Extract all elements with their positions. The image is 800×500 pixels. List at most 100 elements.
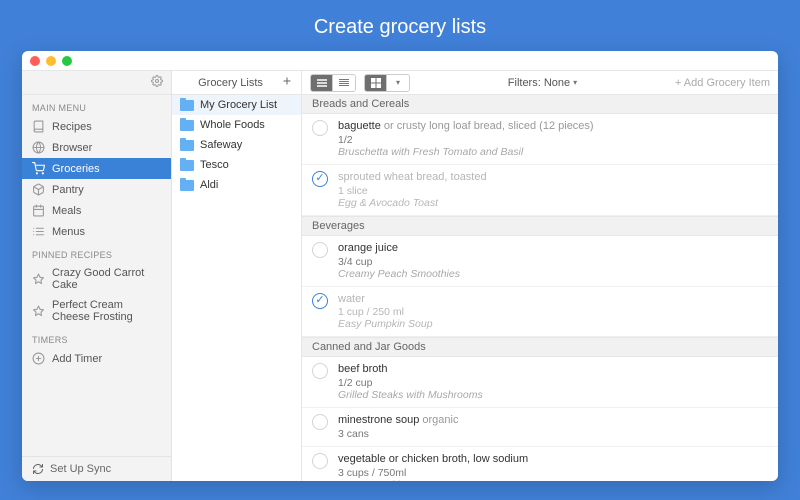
cart-icon [32,162,45,175]
sidebar-item-perfect-cream-cheese-frosting[interactable]: Perfect Cream Cheese Frosting [22,295,171,327]
grocery-list-tesco[interactable]: Tesco [172,155,301,175]
grocery-item-name: orange juice [338,241,768,256]
sidebar-item-label: Browser [52,142,92,154]
window-titlebar [22,51,778,71]
grocery-list-whole-foods[interactable]: Whole Foods [172,115,301,135]
book-icon [32,120,45,133]
sidebar-section-label: PINNED RECIPES [22,242,171,263]
sidebar-item-menus[interactable]: Menus [22,221,171,242]
grocery-item[interactable]: sprouted wheat bread, toasted1 sliceEgg … [302,165,778,216]
grocery-list-safeway[interactable]: Safeway [172,135,301,155]
grocery-item[interactable]: orange juice3/4 cupCreamy Peach Smoothie… [302,236,778,287]
pin-icon [32,273,45,286]
grocery-item-checkbox[interactable] [312,363,328,379]
sidebar-item-label: Pantry [52,184,84,196]
plus-circle-icon [32,352,45,365]
sidebar-item-label: Menus [52,226,85,238]
grocery-item-quantity: 1/2 [338,134,768,146]
sidebar-item-label: Recipes [52,121,92,133]
zoom-window-button[interactable] [62,56,72,66]
box-icon [32,183,45,196]
grocery-item-recipe: Egg & Avocado Toast [338,197,768,209]
grocery-list-label: Safeway [200,139,242,151]
grocery-item-name: minestrone soup organic [338,413,768,428]
sidebar-item-add-timer[interactable]: Add Timer [22,348,171,369]
grocery-item-quantity: 3 cans [338,428,768,440]
category-header: Breads and Cereals [302,95,778,114]
grocery-item-recipe: Easy Pumpkin Soup [338,479,768,481]
grocery-item-recipe: Grilled Steaks with Mushrooms [338,389,768,401]
grocery-item-checkbox[interactable] [312,171,328,187]
sidebar: MAIN MENU Recipes Browser Groceries Pantry Me… [22,71,172,481]
grocery-items-column: ▾ Filters: None ▾ + Add Grocery Item Bre… [302,71,778,481]
grocery-items-scroll[interactable]: Breads and Cerealsbaguette or crusty lon… [302,95,778,481]
grocery-item-checkbox[interactable] [312,293,328,309]
add-list-button[interactable] [281,75,293,90]
sidebar-item-meals[interactable]: Meals [22,200,171,221]
grocery-item-checkbox[interactable] [312,414,328,430]
category-header: Canned and Jar Goods [302,337,778,357]
grocery-list-aldi[interactable]: Aldi [172,175,301,195]
grocery-item-name: beef broth [338,362,768,377]
cal-icon [32,204,45,217]
grocery-item-recipe: Bruschetta with Fresh Tomato and Basil [338,146,768,158]
grocery-item-recipe: Creamy Peach Smoothies [338,268,768,280]
grocery-item-quantity: 1 cup / 250 ml [338,306,768,318]
grocery-item-name: water [338,292,768,307]
chevron-down-icon: ▾ [573,78,577,87]
sidebar-item-browser[interactable]: Browser [22,137,171,158]
grocery-item[interactable]: minestrone soup organic3 cans [302,408,778,447]
layout-grid-button[interactable] [365,75,387,91]
sidebar-item-label: Add Timer [52,353,102,365]
grocery-list-label: My Grocery List [200,99,277,111]
grocery-item-quantity: 1 slice [338,185,768,197]
hero-title: Create grocery lists [314,16,486,39]
grocery-item-checkbox[interactable] [312,120,328,136]
grocery-item-name: vegetable or chicken broth, low sodium [338,452,768,467]
layout-mode-segmented: ▾ [364,74,410,92]
folder-icon [180,120,194,131]
settings-gear-icon[interactable] [151,75,163,90]
globe-icon [32,141,45,154]
grocery-list-label: Aldi [200,179,218,191]
layout-dropdown-button[interactable]: ▾ [387,75,409,91]
grocery-item-recipe: Easy Pumpkin Soup [338,318,768,330]
list-icon [32,225,45,238]
close-window-button[interactable] [30,56,40,66]
grocery-item[interactable]: vegetable or chicken broth, low sodium3 … [302,447,778,481]
filters-label: Filters: None [508,77,570,89]
grocery-item[interactable]: baguette or crusty long loaf bread, slic… [302,114,778,165]
folder-icon [180,160,194,171]
grocery-item[interactable]: water1 cup / 250 mlEasy Pumpkin Soup [302,287,778,338]
sidebar-section-label: TIMERS [22,327,171,348]
view-list-button[interactable] [311,75,333,91]
folder-icon [180,140,194,151]
grocery-item-name: sprouted wheat bread, toasted [338,170,768,185]
sidebar-item-label: Groceries [52,163,100,175]
minimize-window-button[interactable] [46,56,56,66]
category-header: Beverages [302,216,778,236]
sidebar-item-label: Meals [52,205,81,217]
setup-sync-label: Set Up Sync [50,463,111,475]
sidebar-item-pantry[interactable]: Pantry [22,179,171,200]
grocery-item-checkbox[interactable] [312,242,328,258]
sidebar-section-label: MAIN MENU [22,95,171,116]
sidebar-item-groceries[interactable]: Groceries [22,158,171,179]
add-grocery-item-button[interactable]: + Add Grocery Item [675,77,770,89]
grocery-item-quantity: 1/2 cup [338,377,768,389]
grocery-list-my-grocery-list[interactable]: My Grocery List [172,95,301,115]
sidebar-item-label: Crazy Good Carrot Cake [52,267,161,291]
grocery-item-quantity: 3 cups / 750ml [338,467,768,479]
sidebar-item-recipes[interactable]: Recipes [22,116,171,137]
lists-header-title: Grocery Lists [180,77,281,89]
grocery-item[interactable]: beef broth1/2 cupGrilled Steaks with Mus… [302,357,778,408]
setup-sync-button[interactable]: Set Up Sync [22,456,171,481]
grocery-item-checkbox[interactable] [312,453,328,469]
folder-icon [180,100,194,111]
filters-button[interactable]: Filters: None ▾ [508,77,577,89]
sidebar-item-label: Perfect Cream Cheese Frosting [52,299,161,323]
folder-icon [180,180,194,191]
app-window: MAIN MENU Recipes Browser Groceries Pantry Me… [22,51,778,481]
view-compact-button[interactable] [333,75,355,91]
sidebar-item-crazy-good-carrot-cake[interactable]: Crazy Good Carrot Cake [22,263,171,295]
